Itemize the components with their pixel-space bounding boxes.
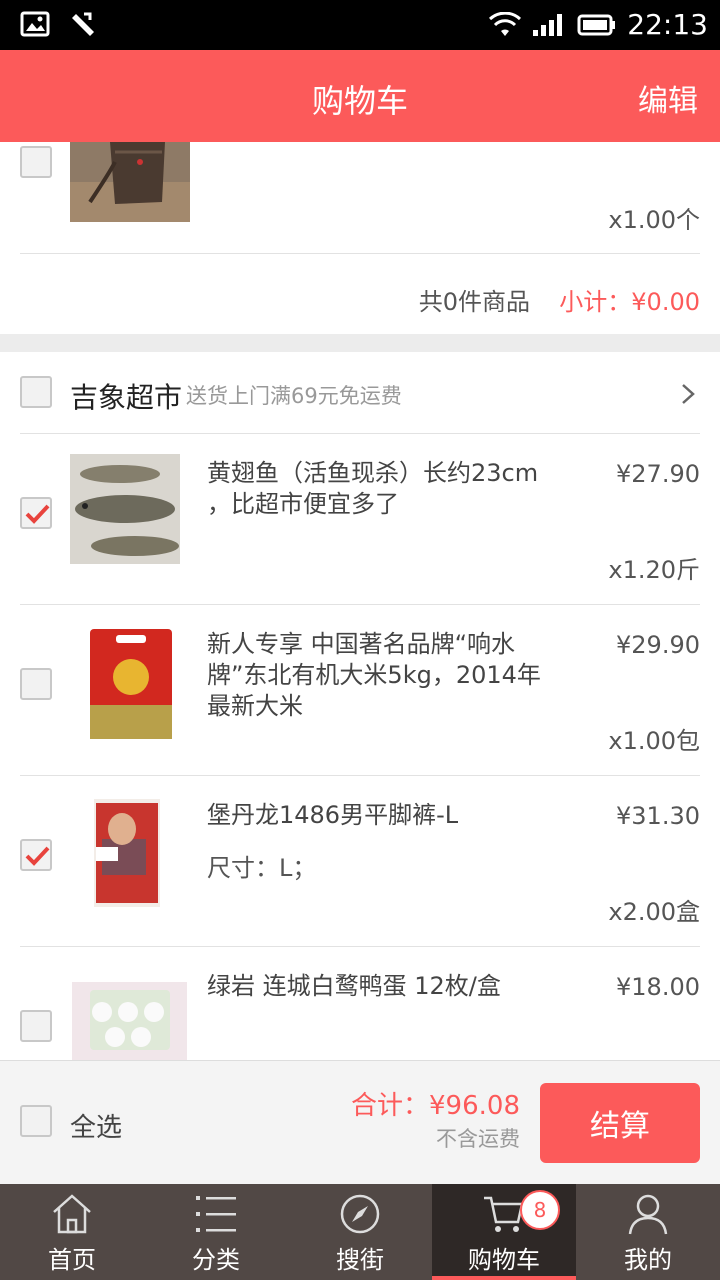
store-checkbox[interactable] xyxy=(20,376,52,408)
item-checkbox[interactable] xyxy=(20,668,52,700)
store-shipping-note: 送货上门满69元免运费 xyxy=(186,384,402,408)
tab-label: 首页 xyxy=(48,1246,96,1274)
item-checkbox-checked[interactable] xyxy=(20,497,52,529)
item-quantity: x1.00包 xyxy=(608,727,700,755)
divider xyxy=(20,253,700,254)
item-price: ¥27.90 xyxy=(616,460,700,488)
bottom-tab-bar: 首页 分类 搜街 8 购物车 我的 xyxy=(0,1184,720,1280)
product-thumbnail-bag[interactable] xyxy=(70,142,190,222)
item-quantity: x2.00盒 xyxy=(608,898,700,926)
item-title[interactable]: 新人专享 中国著名品牌“响水牌”东北有机大米5kg，2014年最新大米 xyxy=(207,629,547,722)
tab-label: 搜街 xyxy=(336,1246,384,1274)
home-icon xyxy=(53,1194,91,1234)
item-spec: 尺寸：L； xyxy=(207,854,317,882)
product-thumbnail-rice[interactable] xyxy=(86,625,176,743)
item-checkbox[interactable] xyxy=(20,146,52,178)
edit-button[interactable]: 编辑 xyxy=(638,76,698,120)
tab-category[interactable]: 分类 xyxy=(144,1184,288,1280)
battery-icon xyxy=(577,14,616,35)
product-thumbnail-underwear[interactable] xyxy=(94,799,160,907)
shipping-note: 不含运费 xyxy=(436,1127,520,1151)
group-separator xyxy=(0,334,720,352)
wifi-icon xyxy=(489,11,522,36)
item-quantity: x1.20斤 xyxy=(608,556,700,584)
tab-home[interactable]: 首页 xyxy=(0,1184,144,1280)
page-title: 购物车 xyxy=(311,82,408,120)
item-checkbox-checked[interactable] xyxy=(20,839,52,871)
item-title[interactable]: 绿岩 连城白鹜鸭蛋 12枚/盒 xyxy=(207,971,567,1002)
tab-explore[interactable]: 搜街 xyxy=(288,1184,432,1280)
product-thumbnail-fish[interactable] xyxy=(70,454,180,564)
user-icon xyxy=(628,1194,668,1235)
summary-count: 共0件商品 xyxy=(418,288,530,316)
tool-icon xyxy=(72,12,94,36)
tab-cart[interactable]: 8 购物车 xyxy=(432,1184,576,1280)
item-price: ¥18.00 xyxy=(616,973,700,1001)
cart-badge: 8 xyxy=(520,1190,560,1230)
select-all-label[interactable]: 全选 xyxy=(70,1107,122,1144)
item-checkbox[interactable] xyxy=(20,1010,52,1042)
status-bar: 22:13 xyxy=(0,0,720,50)
tab-label: 购物车 xyxy=(468,1246,540,1274)
divider xyxy=(20,433,700,434)
checkmark-icon xyxy=(25,504,50,524)
divider xyxy=(20,775,700,776)
divider xyxy=(20,946,700,947)
signal-icon xyxy=(533,13,563,36)
status-time: 22:13 xyxy=(627,8,708,41)
select-all-checkbox[interactable] xyxy=(20,1105,52,1137)
summary-subtotal: 小计：¥0.00 xyxy=(559,288,700,316)
checkmark-icon xyxy=(25,846,50,866)
checkout-button[interactable]: 结算 xyxy=(540,1083,700,1163)
item-price: ¥31.30 xyxy=(616,802,700,830)
divider xyxy=(20,604,700,605)
item-title[interactable]: 堡丹龙1486男平脚裤-L xyxy=(207,800,547,831)
cart-icon xyxy=(484,1196,524,1232)
item-quantity: x1.00个 xyxy=(608,206,700,234)
item-title[interactable]: 黄翅鱼（活鱼现杀）长约23cm ，比超市便宜多了 xyxy=(207,458,547,520)
tab-label: 我的 xyxy=(624,1246,672,1274)
chevron-right-icon[interactable] xyxy=(680,382,696,406)
product-thumbnail-eggs[interactable] xyxy=(72,982,187,1060)
app-header: 购物车 编辑 xyxy=(0,50,720,142)
total-amount: 合计：¥96.08 xyxy=(351,1091,520,1121)
item-price: ¥29.90 xyxy=(616,631,700,659)
store-name[interactable]: 吉象超市 xyxy=(70,376,182,416)
gallery-icon xyxy=(20,11,50,37)
checkout-bar: 全选 合计：¥96.08 不含运费 结算 xyxy=(0,1060,720,1184)
tab-profile[interactable]: 我的 xyxy=(576,1184,720,1280)
tab-label: 分类 xyxy=(192,1246,240,1274)
list-icon xyxy=(196,1196,236,1232)
compass-icon xyxy=(340,1194,380,1234)
